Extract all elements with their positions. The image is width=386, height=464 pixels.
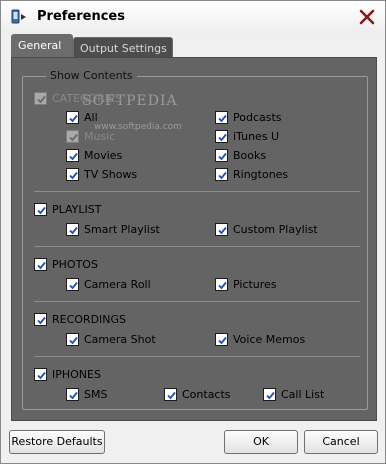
smart-playlist-label: Smart Playlist [84,222,160,236]
preferences-window: Preferences General Output Settings SOFT… [0,0,386,464]
divider [34,191,360,192]
custom-playlist-label: Custom Playlist [233,222,318,236]
checkbox-box [66,222,79,236]
category-movies-label: Movies [84,148,123,162]
checkbox-box [215,332,228,346]
cancel-button[interactable]: Cancel [304,430,378,454]
divider [34,301,360,302]
categories-label: CATEGORIES [52,91,123,105]
category-music-label: Music [84,129,116,143]
category-all-checkbox[interactable]: All [66,110,98,124]
checkbox-box [164,387,177,401]
general-panel: SOFTPEDIA www.softpedia.com Show Content… [11,57,377,421]
camera-roll-checkbox[interactable]: Camera Roll [66,277,151,291]
checkbox-box [34,367,47,381]
category-books-checkbox[interactable]: Books [215,148,266,162]
show-contents-legend: Show Contents [46,69,137,82]
category-all-label: All [84,110,98,124]
checkbox-box [66,387,79,401]
category-itunes-u-checkbox[interactable]: iTunes U [215,129,279,143]
pictures-checkbox[interactable]: Pictures [215,277,277,291]
photos-checkbox[interactable]: PHOTOS [34,257,98,271]
photos-label: PHOTOS [52,257,98,271]
iphones-label: IPHONES [52,367,101,381]
category-tv-shows-label: TV Shows [84,167,138,181]
categories-checkbox[interactable]: CATEGORIES [34,91,122,105]
window-title: Preferences [37,9,125,24]
recordings-label: RECORDINGS [52,312,127,326]
voice-memos-label: Voice Memos [233,332,306,346]
checkbox-box [215,167,228,181]
checkbox-box [66,148,79,162]
checkbox-box [34,91,47,105]
checkbox-box [66,129,79,143]
checkbox-box [66,167,79,181]
checkbox-box [215,148,228,162]
title-bar: Preferences [1,1,385,33]
checkbox-box [66,277,79,291]
call-list-label: Call List [281,387,325,401]
playlist-label: PLAYLIST [52,202,102,216]
sms-label: SMS [84,387,108,401]
category-itunes-u-label: iTunes U [233,129,280,143]
checkbox-box [34,312,47,326]
category-podcasts-label: Podcasts [233,110,282,124]
checkbox-box [215,222,228,236]
checkbox-box [66,110,79,124]
checkbox-box [34,202,47,216]
tab-general[interactable]: General [11,34,73,58]
device-sync-icon [11,9,27,25]
checkbox-box [66,332,79,346]
checkbox-box [215,110,228,124]
iphones-checkbox[interactable]: IPHONES [34,367,101,381]
category-ringtones-checkbox[interactable]: Ringtones [215,167,288,181]
checkbox-box [34,257,47,271]
contacts-label: Contacts [182,387,231,401]
checkbox-box [263,387,276,401]
camera-shot-checkbox[interactable]: Camera Shot [66,332,156,346]
restore-defaults-button[interactable]: Restore Defaults [9,430,105,454]
playlist-checkbox[interactable]: PLAYLIST [34,202,101,216]
camera-shot-label: Camera Shot [84,332,156,346]
tab-output-settings[interactable]: Output Settings [73,37,173,58]
category-tv-shows-checkbox[interactable]: TV Shows [66,167,137,181]
pictures-label: Pictures [233,277,277,291]
voice-memos-checkbox[interactable]: Voice Memos [215,332,305,346]
camera-roll-label: Camera Roll [84,277,151,291]
show-contents-group [22,76,368,410]
category-ringtones-label: Ringtones [233,167,289,181]
category-music-checkbox[interactable]: Music [66,129,115,143]
recordings-checkbox[interactable]: RECORDINGS [34,312,126,326]
smart-playlist-checkbox[interactable]: Smart Playlist [66,222,160,236]
close-icon[interactable] [359,9,375,25]
category-podcasts-checkbox[interactable]: Podcasts [215,110,282,124]
category-movies-checkbox[interactable]: Movies [66,148,122,162]
sms-checkbox[interactable]: SMS [66,387,107,401]
custom-playlist-checkbox[interactable]: Custom Playlist [215,222,318,236]
divider [34,356,360,357]
tab-strip: General Output Settings [11,34,381,58]
category-books-label: Books [233,148,267,162]
checkbox-box [215,277,228,291]
ok-button[interactable]: OK [224,430,298,454]
divider [34,246,360,247]
call-list-checkbox[interactable]: Call List [263,387,324,401]
contacts-checkbox[interactable]: Contacts [164,387,231,401]
checkbox-box [215,129,228,143]
